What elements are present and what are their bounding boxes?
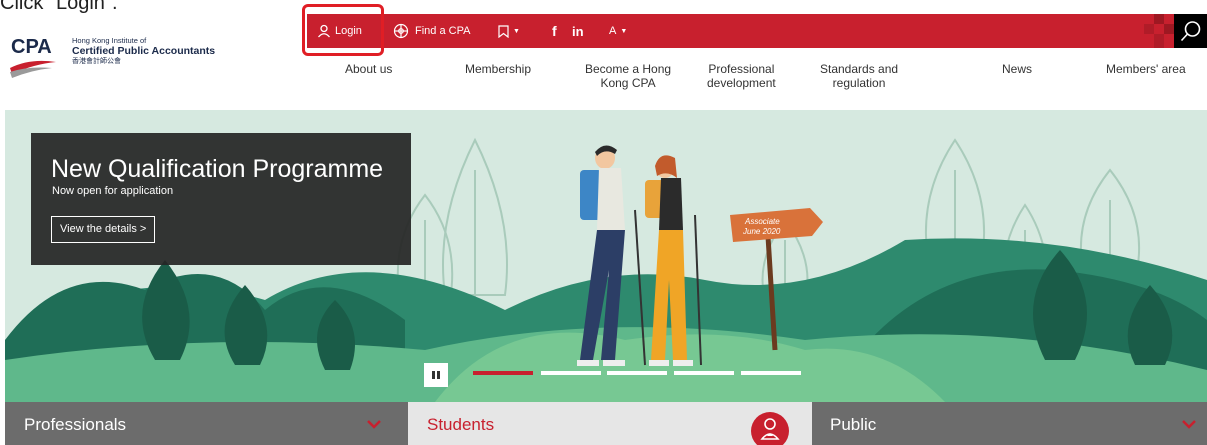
logo-line1: Hong Kong Institute of (72, 36, 147, 45)
promo-subtitle: Now open for application (52, 185, 174, 197)
search-icon (1180, 21, 1200, 42)
students-label: Students (427, 415, 495, 434)
carousel-dot-5[interactable] (741, 371, 801, 375)
globe-target-icon (393, 23, 409, 39)
carousel-dot-3[interactable] (607, 371, 667, 375)
nav-members-area[interactable]: Members' area (1106, 62, 1186, 76)
pause-icon (432, 371, 440, 379)
pixel-decoration (1144, 14, 1174, 48)
professionals-label: Professionals (24, 415, 127, 434)
professionals-panel[interactable]: Professionals (5, 402, 408, 445)
find-cpa-label: Find a CPA (415, 25, 471, 37)
logo[interactable]: CPA Hong Kong Institute of Certified Pub… (8, 36, 248, 86)
bookmark-icon (498, 24, 509, 38)
logo-line2: Certified Public Accountants (72, 45, 216, 57)
carousel-pause-button[interactable] (424, 363, 448, 387)
students-panel[interactable]: Students (408, 402, 812, 445)
chevron-down-icon (367, 420, 381, 429)
bookmark-dropdown[interactable]: ▼ (498, 14, 520, 48)
public-label: Public (830, 415, 877, 434)
carousel-dot-2[interactable] (541, 371, 601, 375)
chevron-down-icon: ▼ (513, 27, 520, 35)
find-cpa-button[interactable]: Find a CPA (393, 14, 470, 48)
logo-swoosh-icon (10, 60, 56, 78)
carousel-dot-1[interactable] (473, 371, 533, 375)
signpost-line2: June 2020 (742, 227, 781, 236)
font-size-dropdown[interactable]: A ▼ (609, 14, 627, 48)
promo-card: New Qualification Programme Now open for… (31, 133, 411, 265)
utility-bar: Login Find a CPA ▼ f in A ▼ (307, 14, 1174, 48)
carousel-dot-4[interactable] (674, 371, 734, 375)
nav-become-cpa[interactable]: Become a Hong Kong CPA (585, 62, 671, 90)
font-size-label: A (609, 25, 617, 37)
student-badge (751, 412, 789, 445)
search-button[interactable] (1174, 14, 1207, 48)
promo-title: New Qualification Programme (51, 155, 384, 183)
chevron-down-icon: ▼ (620, 27, 628, 35)
view-details-button[interactable]: View the details > (51, 216, 156, 243)
nav-membership[interactable]: Membership (465, 62, 531, 76)
logo-line3: 香港會計師公會 (72, 58, 121, 65)
nav-about-us[interactable]: About us (345, 62, 392, 76)
facebook-link[interactable]: f (552, 14, 557, 48)
nav-professional-development[interactable]: Professional development (707, 62, 776, 90)
nav-standards-regulation[interactable]: Standards and regulation (820, 62, 898, 90)
nav-news[interactable]: News (1002, 62, 1032, 76)
public-panel[interactable]: Public (812, 402, 1207, 445)
instruction-text: Click "Login". (0, 0, 118, 14)
logo-abbr: CPA (11, 36, 52, 58)
linkedin-link[interactable]: in (572, 14, 584, 48)
login-highlight (302, 4, 384, 56)
student-icon (760, 418, 780, 440)
chevron-down-icon (1182, 420, 1196, 429)
signpost-line1: Associate (744, 217, 780, 226)
